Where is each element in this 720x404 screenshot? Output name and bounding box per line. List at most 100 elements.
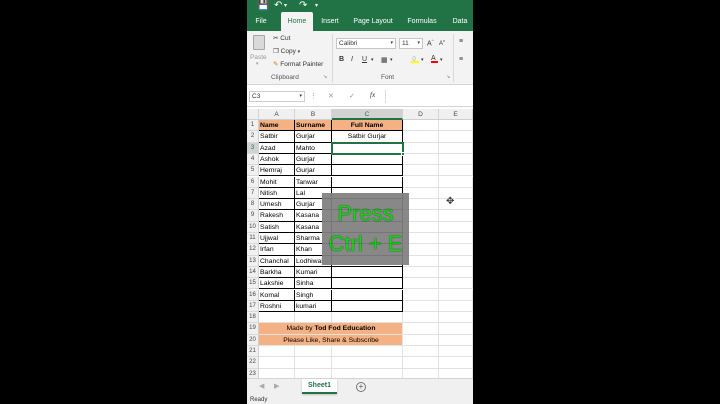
row-header[interactable]: 3 xyxy=(247,142,259,154)
cell[interactable] xyxy=(439,244,473,256)
cell[interactable] xyxy=(439,300,473,313)
cell[interactable] xyxy=(439,323,473,335)
cell[interactable] xyxy=(439,165,473,177)
bold-button[interactable]: B xyxy=(339,56,344,63)
italic-button[interactable]: I xyxy=(351,56,353,63)
cell[interactable] xyxy=(439,233,473,245)
format-painter-button[interactable]: ✎ Format Painter xyxy=(273,60,323,68)
cell[interactable] xyxy=(439,221,473,233)
borders-dropdown-icon[interactable]: ▾ xyxy=(390,57,393,63)
table-cell[interactable]: Gurjar xyxy=(295,153,332,166)
cell[interactable] xyxy=(259,357,295,369)
cell[interactable] xyxy=(403,312,439,324)
scroll-right-icon[interactable]: ▶ xyxy=(274,382,279,390)
row-header[interactable]: 2 xyxy=(247,131,259,143)
table-cell[interactable]: Ashok xyxy=(259,153,295,166)
row-header[interactable]: 1 xyxy=(247,120,259,132)
customize-toolbar-icon[interactable]: ▾ xyxy=(315,0,318,12)
cell[interactable] xyxy=(439,357,473,369)
cell[interactable] xyxy=(403,334,439,346)
table-cell[interactable]: Umesh xyxy=(259,199,295,211)
cell[interactable] xyxy=(439,278,473,290)
tab-insert[interactable]: Insert xyxy=(317,12,343,31)
fill-handle[interactable] xyxy=(401,151,405,156)
redo-icon[interactable]: ↷ xyxy=(299,0,307,12)
row-header[interactable]: 18 xyxy=(247,312,259,324)
active-cell-selection[interactable] xyxy=(331,141,404,155)
table-cell[interactable]: Singh xyxy=(295,289,332,301)
cell[interactable] xyxy=(403,323,439,335)
font-color-icon[interactable]: A xyxy=(431,55,438,63)
row-header[interactable]: 10 xyxy=(247,221,259,233)
cut-button[interactable]: ✂ Cut xyxy=(273,34,290,42)
table-cell[interactable]: Sinha xyxy=(295,278,332,290)
table-cell[interactable]: Mohit xyxy=(259,176,295,188)
table-cell[interactable] xyxy=(332,266,403,279)
enter-icon[interactable]: ✓ xyxy=(349,92,355,100)
undo-icon[interactable]: ↶ xyxy=(274,0,282,12)
increase-font-icon[interactable]: A^ xyxy=(427,38,434,47)
sheet-tab-sheet1[interactable]: Sheet1 xyxy=(302,379,337,394)
cell[interactable] xyxy=(403,165,439,177)
table-cell[interactable] xyxy=(332,300,403,313)
row-header[interactable]: 11 xyxy=(247,233,259,245)
scroll-left-icon[interactable]: ◀ xyxy=(259,382,264,390)
cell[interactable] xyxy=(439,176,473,188)
font-name-dropdown-icon[interactable]: ▾ xyxy=(390,39,393,48)
row-header[interactable]: 19 xyxy=(247,323,259,335)
row-header[interactable]: 14 xyxy=(247,266,259,279)
tab-home[interactable]: Home xyxy=(281,12,313,31)
table-cell[interactable]: Nitish xyxy=(259,187,295,200)
align-left-icon[interactable]: ≡ xyxy=(459,56,463,63)
table-cell[interactable]: kumari xyxy=(295,300,332,313)
banner-line-1[interactable]: Made by Tod Fod Education xyxy=(259,323,403,335)
underline-dropdown-icon[interactable]: ▾ xyxy=(371,57,374,63)
table-cell[interactable]: Roshni xyxy=(259,300,295,313)
cell[interactable] xyxy=(259,312,295,324)
cell[interactable] xyxy=(439,289,473,301)
column-header-e[interactable]: E xyxy=(439,109,473,120)
cell[interactable] xyxy=(439,312,473,324)
save-icon[interactable]: 💾 xyxy=(257,0,269,12)
tab-file[interactable]: File xyxy=(251,12,271,31)
cell[interactable] xyxy=(403,346,439,358)
row-header[interactable]: 17 xyxy=(247,300,259,313)
cell[interactable] xyxy=(439,255,473,267)
font-name-box[interactable]: Calibri ▾ xyxy=(336,38,396,49)
cell[interactable] xyxy=(439,346,473,358)
borders-icon[interactable]: ▦ xyxy=(381,56,388,64)
cell[interactable] xyxy=(403,131,439,143)
row-header[interactable]: 21 xyxy=(247,346,259,358)
table-cell[interactable] xyxy=(332,176,403,188)
table-cell[interactable]: Rakesh xyxy=(259,210,295,222)
table-cell[interactable]: Satbir xyxy=(259,131,295,143)
clipboard-launcher-icon[interactable]: ↘ xyxy=(323,74,327,80)
cell[interactable] xyxy=(403,357,439,369)
font-color-dropdown-icon[interactable]: ▾ xyxy=(440,57,443,63)
column-header-a[interactable]: A xyxy=(259,109,295,120)
row-header[interactable]: 8 xyxy=(247,199,259,211)
row-header[interactable]: 20 xyxy=(247,334,259,346)
cell[interactable] xyxy=(403,153,439,166)
formula-input[interactable] xyxy=(385,90,471,103)
cancel-icon[interactable]: ✕ xyxy=(328,92,334,100)
row-header[interactable]: 13 xyxy=(247,255,259,267)
row-header[interactable]: 9 xyxy=(247,210,259,222)
cell[interactable] xyxy=(403,300,439,313)
table-cell[interactable]: Azad xyxy=(259,142,295,154)
row-header[interactable]: 7 xyxy=(247,187,259,200)
row-header[interactable]: 6 xyxy=(247,176,259,188)
cell[interactable] xyxy=(403,142,439,154)
table-cell[interactable] xyxy=(332,289,403,301)
table-header-cell[interactable]: Surname xyxy=(295,120,332,132)
cell[interactable] xyxy=(295,312,332,324)
cell[interactable] xyxy=(439,187,473,200)
row-header[interactable]: 12 xyxy=(247,244,259,256)
cell[interactable] xyxy=(403,278,439,290)
font-size-dropdown-icon[interactable]: ▾ xyxy=(417,39,420,48)
row-header[interactable]: 16 xyxy=(247,289,259,301)
cell[interactable] xyxy=(439,131,473,143)
cell[interactable] xyxy=(403,266,439,279)
table-cell[interactable]: Ujjwal xyxy=(259,233,295,245)
cell[interactable] xyxy=(439,142,473,154)
